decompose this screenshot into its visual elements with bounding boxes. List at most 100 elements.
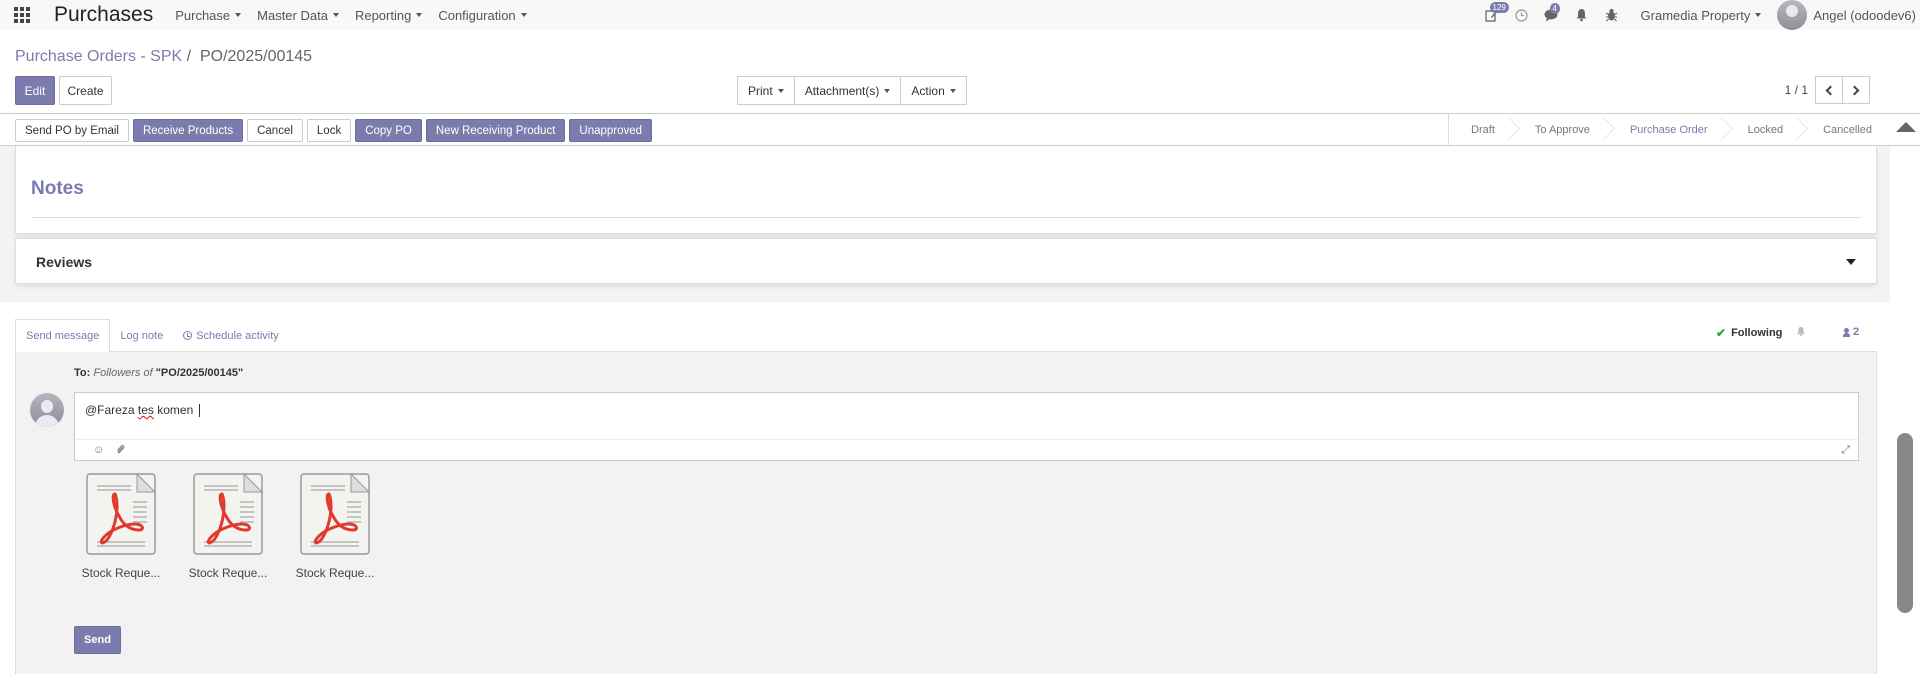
message-composer: To: Followers of "PO/2025/00145" @Fareza…	[15, 351, 1877, 674]
attachment-item[interactable]: Stock Reque...	[81, 472, 161, 580]
stage-purchase-order[interactable]: Purchase Order	[1608, 114, 1726, 145]
caret-down-icon	[884, 88, 891, 93]
subscription-bell-icon[interactable]	[1796, 326, 1806, 340]
pdf-file-icon	[86, 472, 157, 555]
top-navbar: Purchases Purchase Master Data Reporting…	[0, 0, 1920, 30]
stage-to-approve[interactable]: To Approve	[1513, 114, 1608, 145]
attachments-dropdown[interactable]: Attachment(s)	[793, 76, 902, 105]
bell-icon[interactable]	[1567, 8, 1597, 22]
print-dropdown[interactable]: Print	[737, 76, 795, 105]
debug-bug-icon[interactable]	[1597, 8, 1627, 22]
cancel-button[interactable]: Cancel	[247, 119, 303, 142]
pager: 1 / 1	[1785, 76, 1870, 104]
status-stages: Draft To Approve Purchase Order Locked C…	[1448, 114, 1890, 145]
breadcrumb: Purchase Orders - SPK / PO/2025/00145	[15, 48, 312, 66]
caret-down-icon	[416, 13, 423, 17]
unapproved-button[interactable]: Unapproved	[569, 119, 653, 142]
attachment-item[interactable]: Stock Reque...	[295, 472, 375, 580]
following-toggle[interactable]: ✔ Following	[1716, 326, 1806, 340]
reviews-title: Reviews	[36, 254, 93, 270]
header-buttons: Send PO by Email Receive Products Cancel…	[15, 119, 656, 142]
company-switcher[interactable]: Gramedia Property	[1641, 8, 1762, 23]
lock-button[interactable]: Lock	[306, 119, 352, 142]
sidebar-actions: Print Attachment(s) Action	[737, 76, 967, 105]
tab-schedule-activity[interactable]: Schedule activity	[173, 319, 289, 352]
attachment-name: Stock Reque...	[295, 566, 375, 580]
stage-cancelled[interactable]: Cancelled	[1801, 114, 1890, 145]
apps-menu-icon[interactable]	[0, 7, 44, 23]
menu-configuration[interactable]: Configuration	[438, 8, 527, 23]
person-icon	[1843, 327, 1850, 337]
breadcrumb-separator: /	[186, 48, 192, 65]
message-text[interactable]: @Fareza tes komen	[85, 403, 201, 418]
activity-edit-icon[interactable]: 129	[1477, 2, 1509, 22]
pager-next-button[interactable]	[1842, 76, 1870, 104]
following-label: Following	[1731, 327, 1783, 339]
attachment-name: Stock Reque...	[188, 566, 268, 580]
author-avatar	[30, 393, 64, 427]
vertical-scrollbar[interactable]	[1897, 433, 1913, 613]
attachment-item[interactable]: Stock Reque...	[188, 472, 268, 580]
caret-down-icon	[1755, 13, 1762, 17]
app-title: Purchases	[54, 3, 154, 26]
company-name: Gramedia Property	[1640, 7, 1751, 23]
check-icon: ✔	[1716, 326, 1727, 340]
paperclip-icon[interactable]	[116, 444, 125, 458]
message-input[interactable]: @Fareza tes komen ☺ ⤢	[74, 392, 1859, 461]
menu-reporting[interactable]: Reporting	[354, 7, 423, 23]
send-po-by-email-button[interactable]: Send PO by Email	[15, 119, 129, 142]
stage-locked[interactable]: Locked	[1726, 114, 1801, 145]
create-button[interactable]: Create	[59, 76, 112, 105]
action-dropdown[interactable]: Action	[900, 76, 967, 105]
form-sheet: Notes	[15, 146, 1877, 234]
messages-icon[interactable]: 4	[1537, 2, 1567, 22]
clock-icon[interactable]	[1507, 8, 1537, 22]
action-label: Action	[911, 83, 945, 98]
tab-send-message[interactable]: Send message	[15, 319, 111, 352]
caret-down-icon	[235, 13, 242, 17]
caret-down-icon[interactable]	[1846, 259, 1856, 265]
attachment-name: Stock Reque...	[81, 566, 161, 580]
pager-previous-button[interactable]	[1815, 76, 1843, 104]
menu-purchase[interactable]: Purchase	[175, 7, 242, 23]
menu-label: Reporting	[354, 7, 412, 23]
input-toolbar-divider	[75, 439, 1858, 440]
chevron-left-icon	[1825, 85, 1836, 95]
user-name: Angel (odoodev6)	[1813, 7, 1916, 23]
emoji-icon[interactable]: ☺	[93, 444, 104, 456]
print-label: Print	[748, 83, 773, 98]
expand-icon[interactable]: ⤢	[1841, 444, 1850, 457]
chatter-tabs: Send message Log note Schedule activity	[15, 319, 289, 352]
tab-log-note[interactable]: Log note	[110, 319, 173, 352]
caret-down-icon	[332, 13, 339, 17]
misspelled-word: tes	[137, 403, 154, 417]
followers-of-label: Followers of	[93, 367, 153, 379]
caret-down-icon	[777, 88, 784, 93]
record-name: "PO/2025/00145"	[155, 367, 244, 379]
pdf-file-icon	[193, 472, 264, 555]
new-receiving-product-button[interactable]: New Receiving Product	[425, 119, 566, 142]
messages-badge: 4	[1549, 2, 1560, 14]
chevron-right-icon	[1849, 85, 1860, 95]
form-statusbar: Send PO by Email Receive Products Cancel…	[0, 113, 1920, 146]
clock-icon	[183, 331, 193, 340]
receive-products-button[interactable]: Receive Products	[132, 119, 244, 142]
tab-label: Schedule activity	[196, 329, 279, 342]
menu-master-data[interactable]: Master Data	[257, 8, 339, 23]
stage-draft[interactable]: Draft	[1449, 114, 1513, 145]
recipients-line: To: Followers of "PO/2025/00145"	[74, 367, 243, 379]
to-label: To:	[74, 367, 91, 379]
edit-button[interactable]: Edit	[15, 76, 55, 105]
scroll-up-arrow-icon[interactable]	[1896, 122, 1916, 132]
pdf-file-icon	[300, 472, 371, 555]
notes-section-title: Notes	[31, 178, 84, 199]
followers-button[interactable]: 2	[1843, 326, 1859, 338]
user-menu[interactable]: Angel (odoodev6)	[1777, 0, 1916, 30]
caret-down-icon	[949, 88, 956, 93]
menu-label: Purchase	[175, 7, 231, 23]
pager-value[interactable]: 1 / 1	[1785, 83, 1808, 97]
copy-po-button[interactable]: Copy PO	[355, 119, 422, 142]
reviews-panel[interactable]: Reviews	[15, 238, 1877, 284]
breadcrumb-parent-link[interactable]: Purchase Orders - SPK	[15, 48, 182, 65]
send-button[interactable]: Send	[74, 626, 121, 654]
